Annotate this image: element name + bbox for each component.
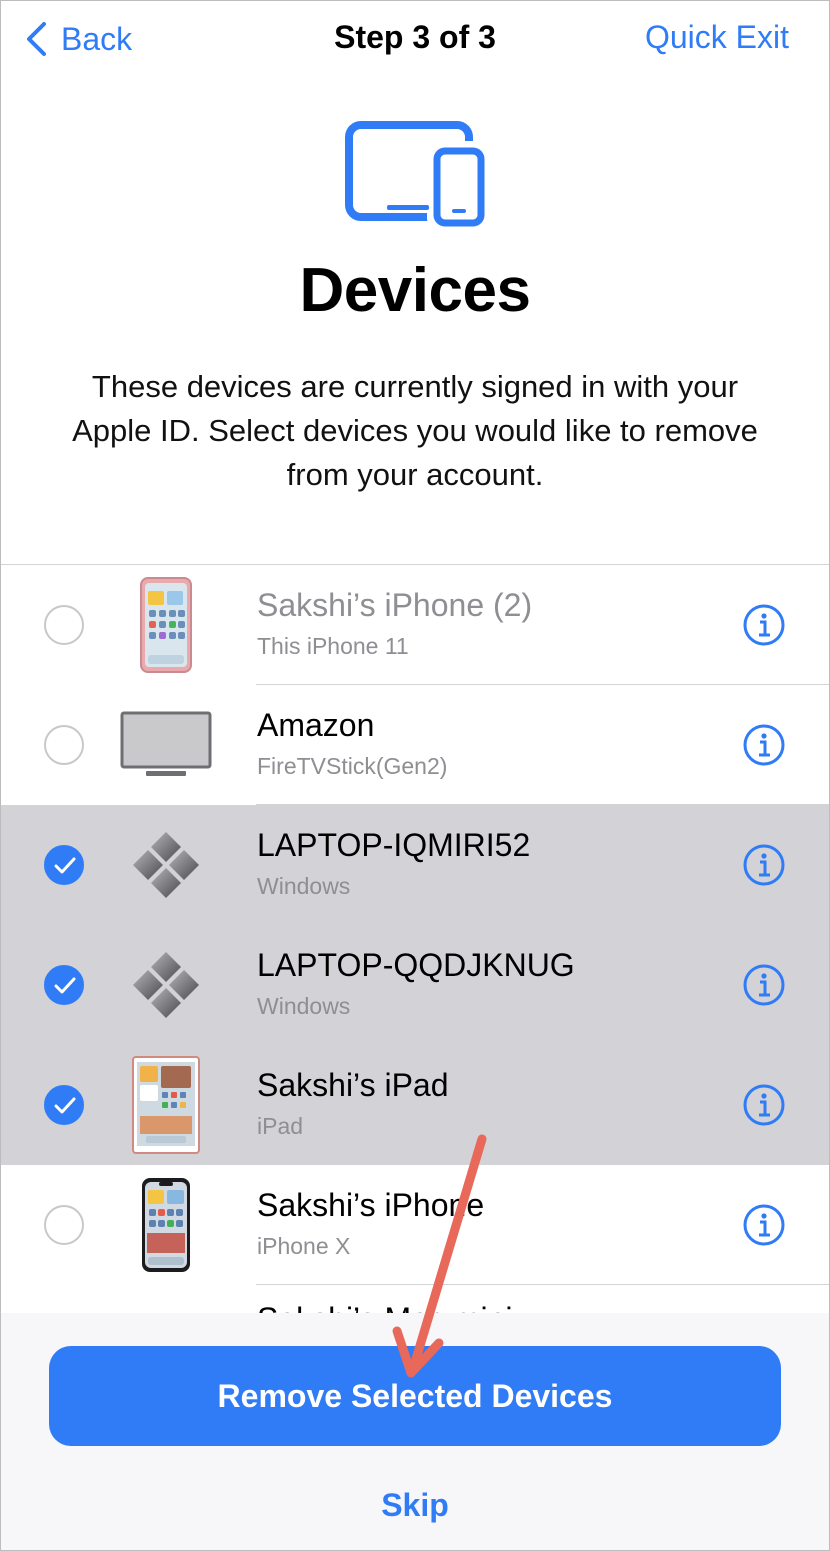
device-name: LAPTOP-QQDJKNUG	[257, 947, 575, 983]
device-subtitle: Windows	[257, 873, 351, 899]
info-icon[interactable]	[743, 844, 785, 886]
device-row-selected[interactable]: LAPTOP-IQMIRI52 Windows	[1, 805, 829, 925]
checkbox-checked[interactable]	[44, 845, 84, 885]
checkmark-icon	[54, 1097, 76, 1114]
device-row[interactable]: Sakshi’s iPhone (2) This iPhone 11	[1, 565, 829, 685]
device-name: Sakshi’s iPhone	[257, 1187, 485, 1223]
remove-selected-devices-button[interactable]: Remove Selected Devices	[49, 1346, 781, 1446]
device-subtitle: iPad	[257, 1113, 304, 1139]
skip-button[interactable]: Skip	[1, 1487, 829, 1524]
device-list: Sakshi’s iPhone (2) This iPhone 11 Amazo…	[1, 565, 829, 1285]
row-divider	[256, 1284, 829, 1285]
device-row-selected[interactable]: LAPTOP-QQDJKNUG Windows	[1, 925, 829, 1045]
info-icon[interactable]	[743, 604, 785, 646]
ipad-icon	[116, 1055, 216, 1155]
device-subtitle: iPhone X	[257, 1233, 351, 1259]
checkbox-checked[interactable]	[44, 965, 84, 1005]
page-title: Devices	[299, 256, 531, 325]
device-row[interactable]: Sakshi’s iPhone iPhone X	[1, 1165, 829, 1285]
checkbox-unchecked[interactable]	[44, 725, 84, 765]
info-icon[interactable]	[743, 1084, 785, 1126]
checkmark-icon	[54, 977, 76, 994]
windows-icon	[116, 815, 216, 915]
device-subtitle: This iPhone 11	[257, 633, 409, 659]
checkbox-unchecked[interactable]	[44, 605, 84, 645]
iphone-icon	[116, 575, 216, 675]
info-icon[interactable]	[743, 724, 785, 766]
device-subtitle: FireTVStick(Gen2)	[257, 753, 448, 779]
device-name: Amazon	[257, 707, 375, 743]
info-icon[interactable]	[743, 964, 785, 1006]
iphone-x-icon	[116, 1175, 216, 1275]
quick-exit-button[interactable]: Quick Exit	[645, 19, 789, 56]
info-icon[interactable]	[743, 1204, 785, 1246]
device-row[interactable]: Amazon FireTVStick(Gen2)	[1, 685, 829, 805]
device-row-selected[interactable]: Sakshi’s iPad iPad	[1, 1045, 829, 1165]
device-name: Sakshi’s iPhone (2)	[257, 587, 533, 623]
page-description: These devices are currently signed in wi…	[72, 369, 758, 492]
device-name: Sakshi’s iPad	[257, 1067, 449, 1103]
device-subtitle: Windows	[257, 993, 351, 1019]
devices-icon	[345, 121, 491, 229]
tv-icon	[116, 695, 216, 795]
checkbox-checked[interactable]	[44, 1085, 84, 1125]
checkbox-unchecked[interactable]	[44, 1205, 84, 1245]
device-name: LAPTOP-IQMIRI52	[257, 827, 531, 863]
checkmark-icon	[54, 857, 76, 874]
screen: Back Step 3 of 3 Quick Exit Devices Thes…	[0, 0, 830, 1551]
windows-icon	[116, 935, 216, 1035]
navigation-bar: Back Step 3 of 3 Quick Exit	[1, 1, 829, 81]
